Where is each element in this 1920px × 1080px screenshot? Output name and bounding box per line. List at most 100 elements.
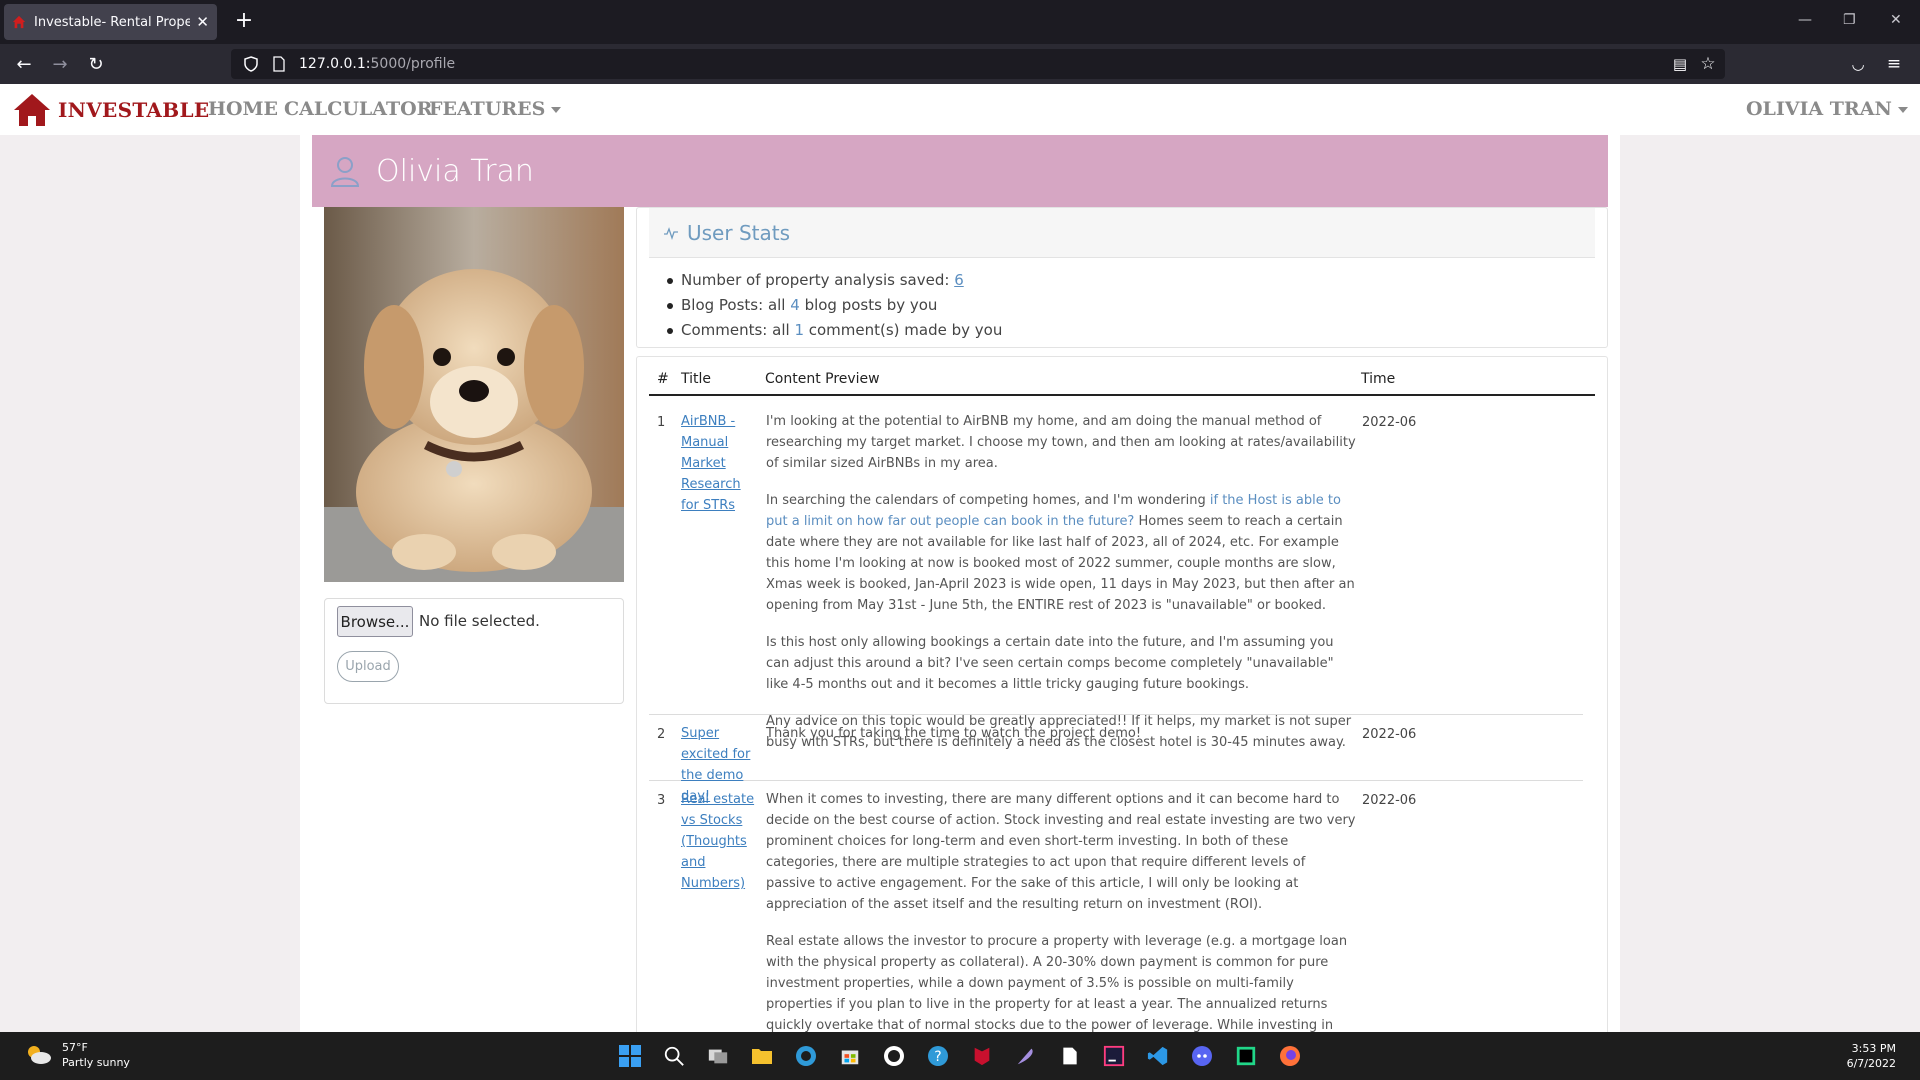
stat-comments-label: Comments: all — [681, 321, 795, 339]
url-bar[interactable]: 127.0.0.1: 5000/profile — [231, 49, 1725, 79]
stat-blog-label: Blog Posts: all — [681, 296, 791, 314]
back-icon[interactable]: ← — [12, 52, 36, 76]
profile-name: Olivia Tran — [376, 153, 534, 189]
stat-blog-posts: Blog Posts: all 4 blog posts by you — [667, 293, 1002, 318]
file-explorer-icon[interactable] — [748, 1042, 776, 1070]
chevron-down-icon — [1897, 107, 1908, 113]
user-stats-card: User Stats Number of property analysis s… — [636, 207, 1608, 348]
url-host: 127.0.0.1: — [299, 56, 371, 72]
stat-comments-suffix: comment(s) made by you — [803, 321, 1003, 339]
reload-icon[interactable]: ↻ — [84, 52, 108, 76]
clock-date: 6/7/2022 — [1846, 1057, 1896, 1070]
notepad-icon[interactable] — [1056, 1042, 1084, 1070]
feather-app-icon[interactable] — [1012, 1042, 1040, 1070]
steam-icon[interactable] — [880, 1042, 908, 1070]
browser-tab[interactable]: Investable- Rental Property Ana ✕ — [4, 4, 217, 40]
shield-icon — [243, 56, 259, 72]
pocket-icon[interactable]: ◡ — [1846, 52, 1870, 76]
start-icon[interactable] — [616, 1042, 644, 1070]
restore-icon[interactable]: ❐ — [1843, 12, 1856, 28]
post-time: 2022-06 — [1362, 793, 1417, 808]
post-title-link[interactable]: Real estate vs Stocks (Thoughts and Numb… — [681, 789, 761, 894]
row-number: 1 — [657, 415, 666, 430]
minimize-icon[interactable]: — — [1798, 12, 1812, 28]
stat-analysis-label: Number of property analysis saved: — [681, 271, 955, 289]
forward-icon[interactable]: → — [48, 52, 72, 76]
firefox-icon[interactable] — [1276, 1042, 1304, 1070]
content-text: In searching the calendars of competing … — [766, 493, 1210, 508]
content-paragraph: Thank you for taking the time to watch t… — [766, 726, 1142, 741]
browser-toolbar: ← → ↻ 127.0.0.1: 5000/profile ▤ ☆ ◡ ≡ — [0, 44, 1920, 84]
content-paragraph: When it comes to investing, there are ma… — [766, 792, 1356, 912]
nav-calculator[interactable]: CALCULATOR — [284, 98, 432, 120]
reader-view-icon[interactable]: ▤ — [1668, 52, 1692, 76]
browse-button[interactable]: Browse... — [337, 606, 413, 637]
new-tab-icon[interactable]: + — [232, 10, 256, 34]
table-row: 2 Super excited for the demo day! Thank … — [649, 715, 1583, 804]
stat-comments: Comments: all 1 comment(s) made by you — [667, 318, 1002, 343]
help-icon[interactable]: ? — [924, 1042, 952, 1070]
stat-comments-count[interactable]: 1 — [794, 321, 804, 339]
table-row: 3 Real estate vs Stocks (Thoughts and Nu… — [649, 781, 1583, 1032]
content-paragraph: In searching the calendars of competing … — [766, 490, 1358, 616]
col-header-num: # — [657, 371, 669, 387]
url-path: 5000/profile — [370, 56, 456, 72]
user-stats-title: User Stats — [687, 220, 790, 245]
mcafee-icon[interactable] — [968, 1042, 996, 1070]
vscode-icon[interactable] — [1144, 1042, 1172, 1070]
user-stats-header: User Stats — [649, 208, 1595, 258]
weather-widget[interactable]: 57°F Partly sunny — [24, 1040, 130, 1070]
intellij-icon[interactable] — [1100, 1042, 1128, 1070]
col-header-title: Title — [681, 371, 712, 387]
svg-text:?: ? — [934, 1049, 941, 1065]
task-view-icon[interactable] — [704, 1042, 732, 1070]
tab-close-icon[interactable]: ✕ — [196, 13, 209, 31]
brand-name: INVESTABLE — [58, 98, 210, 122]
store-icon[interactable] — [836, 1042, 864, 1070]
search-icon[interactable] — [660, 1042, 688, 1070]
profile-photo — [324, 207, 624, 582]
user-icon — [330, 157, 360, 187]
file-status: No file selected. — [419, 612, 540, 630]
row-number: 2 — [657, 727, 666, 742]
puppy-photo — [324, 207, 624, 582]
weather-temp: 57°F — [62, 1041, 88, 1054]
menu-icon[interactable]: ≡ — [1882, 52, 1906, 76]
post-time: 2022-06 — [1362, 415, 1417, 430]
clock-time: 3:53 PM — [1851, 1042, 1896, 1055]
brand-link[interactable]: INVESTABLE — [12, 92, 209, 128]
site-navbar: INVESTABLE HOME CALCULATOR FEATURES OLIV… — [0, 84, 1920, 135]
post-title-link[interactable]: AirBNB - Manual Market Research for STRs — [681, 411, 761, 516]
page-icon — [271, 56, 287, 72]
user-stats-list: Number of property analysis saved: 6 Blo… — [667, 268, 1002, 343]
nav-home[interactable]: HOME — [208, 98, 278, 120]
nav-user-menu[interactable]: OLIVIA TRAN — [1746, 98, 1908, 120]
browser-titlebar: Investable- Rental Property Ana ✕ + — ❐ … — [0, 0, 1920, 44]
content-paragraph: Is this host only allowing bookings a ce… — [766, 635, 1334, 692]
nav-features-label: FEATURES — [429, 98, 546, 120]
tab-title: Investable- Rental Property Ana — [34, 14, 191, 30]
content-paragraph: Real estate allows the investor to procu… — [766, 934, 1348, 1032]
discord-icon[interactable] — [1188, 1042, 1216, 1070]
house-logo-icon — [14, 94, 50, 126]
chevron-down-icon — [551, 107, 562, 113]
upload-button[interactable]: Upload — [337, 651, 399, 682]
content-preview: When it comes to investing, there are ma… — [766, 789, 1358, 1032]
nav-features[interactable]: FEATURES — [429, 98, 562, 120]
partly-sunny-icon — [28, 1046, 51, 1064]
bookmark-star-icon[interactable]: ☆ — [1696, 52, 1720, 76]
stat-blog-count[interactable]: 4 — [790, 296, 800, 314]
edge-icon[interactable] — [792, 1042, 820, 1070]
pycharm-icon[interactable] — [1232, 1042, 1260, 1070]
content-preview: Thank you for taking the time to watch t… — [766, 723, 1358, 760]
header-divider — [649, 394, 1595, 396]
upload-card: Browse... No file selected. Upload — [324, 598, 624, 704]
system-clock[interactable]: 3:53 PM 6/7/2022 — [1847, 1041, 1896, 1071]
profile-header: Olivia Tran — [312, 135, 1608, 207]
row-number: 3 — [657, 793, 666, 808]
close-window-icon[interactable]: ✕ — [1890, 12, 1902, 28]
stat-analysis-count[interactable]: 6 — [954, 271, 964, 289]
nav-user-label: OLIVIA TRAN — [1746, 98, 1892, 120]
content-paragraph: I'm looking at the potential to AirBNB m… — [766, 414, 1356, 471]
stat-analysis: Number of property analysis saved: 6 — [667, 268, 1002, 293]
